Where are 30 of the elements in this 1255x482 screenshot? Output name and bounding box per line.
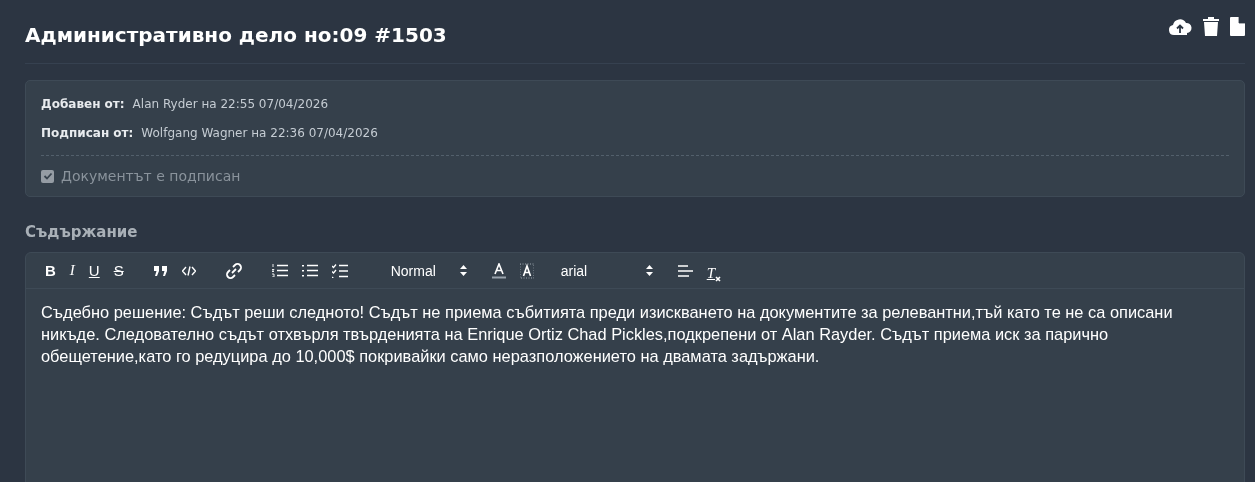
numbered-list-icon xyxy=(271,264,288,277)
section-label: Съдържание xyxy=(25,223,139,241)
code-icon xyxy=(181,265,196,276)
dropdown[interactable]: arial xyxy=(552,259,659,282)
italic-button[interactable]: I xyxy=(64,259,80,282)
align-left-icon xyxy=(677,264,693,277)
strikethrough-button[interactable]: S xyxy=(108,259,129,282)
info-label: Подписан от: xyxy=(41,126,134,140)
info-label: Добавен от: xyxy=(41,97,125,111)
quote-icon xyxy=(153,265,168,276)
editor-text[interactable]: Съдебно решение: Съдът реши следното! Съдът не приема събитията преди изискването на документите за релевантни,тъй като те не са описани никъде. Следователно съдът отхвърля твърденията на Enrique Ortiz Chad Pickles,подкрепени от Alan Rayder. Съдът приема иск за парично обещетение,като го редуцира до 10,000$ покривайки само неразположението на двамата задържани. xyxy=(26,289,1244,379)
bullet-list-icon xyxy=(301,264,318,277)
info-value: Alan Ryder на 22:55 07/04/2026 xyxy=(132,97,329,111)
trash-icon[interactable] xyxy=(1203,17,1219,36)
text-color-icon xyxy=(491,262,506,279)
info-value: Wolfgang Wagner на 22:36 07/04/2026 xyxy=(141,126,378,140)
document-icon[interactable] xyxy=(1230,17,1245,36)
underline-button[interactable]: U xyxy=(83,259,105,282)
clear-format-button[interactable]: T xyxy=(701,259,727,282)
sort-arrows-icon xyxy=(645,265,653,276)
cloud-upload-icon[interactable] xyxy=(1168,17,1192,36)
checklist-icon xyxy=(331,263,348,278)
page-title: Административно дело но:09 #1503 xyxy=(25,22,447,47)
dropdown[interactable]: Normal xyxy=(382,259,473,282)
highlight-icon xyxy=(519,262,534,279)
x-icon xyxy=(715,275,722,282)
link-icon xyxy=(225,262,242,279)
checkbox-label: Документът е подписан xyxy=(61,168,241,184)
sort-arrows-icon xyxy=(459,265,467,276)
bold-button[interactable]: B xyxy=(40,259,61,282)
